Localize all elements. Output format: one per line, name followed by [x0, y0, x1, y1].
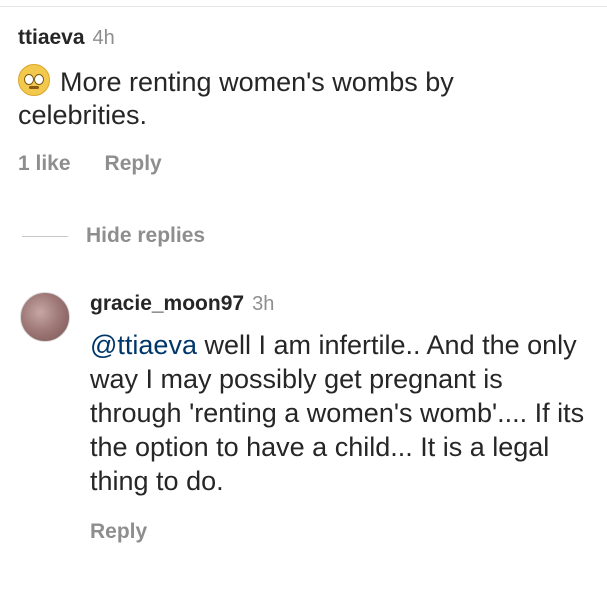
comment-actions: 1 like Reply: [18, 152, 588, 176]
comment: ttiaeva 4h More renting women's wombs by…: [18, 26, 588, 176]
reply-header: gracie_moon97 3h: [90, 292, 590, 316]
comment-reply-button[interactable]: Reply: [105, 152, 162, 176]
comment-like-count[interactable]: 1 like: [18, 152, 71, 176]
reply-text: @ttiaeva well I am infertile.. And the o…: [90, 328, 590, 498]
reply-time: 3h: [252, 293, 275, 315]
hide-replies-line: [22, 235, 68, 237]
reply-actions: Reply: [90, 520, 590, 544]
flushed-face-icon: [18, 64, 50, 96]
comment-username[interactable]: ttiaeva: [18, 26, 85, 50]
comment-text: More renting women's wombs by celebritie…: [18, 64, 588, 132]
comment-header: ttiaeva 4h: [18, 26, 588, 50]
reply-mention[interactable]: @ttiaeva: [90, 330, 197, 360]
comment-time: 4h: [92, 27, 115, 49]
comment-body: More renting women's wombs by celebritie…: [18, 67, 454, 130]
hide-replies-toggle[interactable]: Hide replies: [22, 224, 205, 248]
reply-body: gracie_moon97 3h @ttiaeva well I am infe…: [90, 292, 590, 544]
reply-username[interactable]: gracie_moon97: [90, 292, 244, 316]
avatar[interactable]: [20, 292, 70, 342]
top-divider: [0, 6, 607, 7]
reply-comment: gracie_moon97 3h @ttiaeva well I am infe…: [20, 292, 590, 544]
hide-replies-label[interactable]: Hide replies: [86, 224, 205, 248]
reply-reply-button[interactable]: Reply: [90, 520, 147, 543]
